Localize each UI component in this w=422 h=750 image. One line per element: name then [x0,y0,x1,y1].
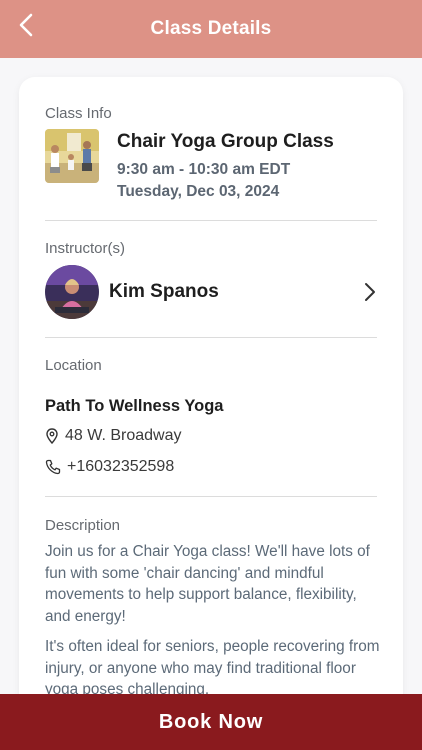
instructor-row[interactable]: Kim Spanos [45,264,377,320]
phone-icon [45,459,61,475]
divider [45,220,377,221]
description-paragraph: Join us for a Chair Yoga class! We'll ha… [45,543,370,625]
chevron-left-icon [19,13,33,37]
divider [45,496,377,497]
address-row[interactable]: 48 W. Broadway [45,427,182,445]
book-now-label: Book Now [158,710,264,733]
location-label: Location [45,357,102,374]
class-details-card: Class Info Chair Yoga Group Class 9:30 a… [19,77,403,717]
map-pin-icon [45,428,59,444]
back-button[interactable] [14,12,38,38]
phone-row[interactable]: +16032352598 [45,458,174,476]
class-name: Chair Yoga Group Class [117,131,334,152]
class-time: 9:30 am - 10:30 am EDT [117,161,291,178]
avatar [45,265,99,319]
phone-text: +16032352598 [67,458,175,475]
chevron-right-icon [363,282,377,302]
address-text: 48 W. Broadway [65,427,182,444]
divider [45,337,377,338]
instructor-label: Instructor(s) [45,240,126,257]
class-info-label: Class Info [45,105,112,122]
top-header: Class Details [0,0,422,58]
studio-name: Path To Wellness Yoga [45,397,224,415]
instructor-name: Kim Spanos [109,281,219,302]
page-title: Class Details [150,18,272,39]
description-label: Description [45,517,121,534]
class-thumbnail [45,129,99,183]
class-date: Tuesday, Dec 03, 2024 [117,183,280,200]
book-now-button[interactable]: Book Now [0,694,422,750]
description-paragraph: It's often ideal for seniors, people rec… [45,638,380,698]
